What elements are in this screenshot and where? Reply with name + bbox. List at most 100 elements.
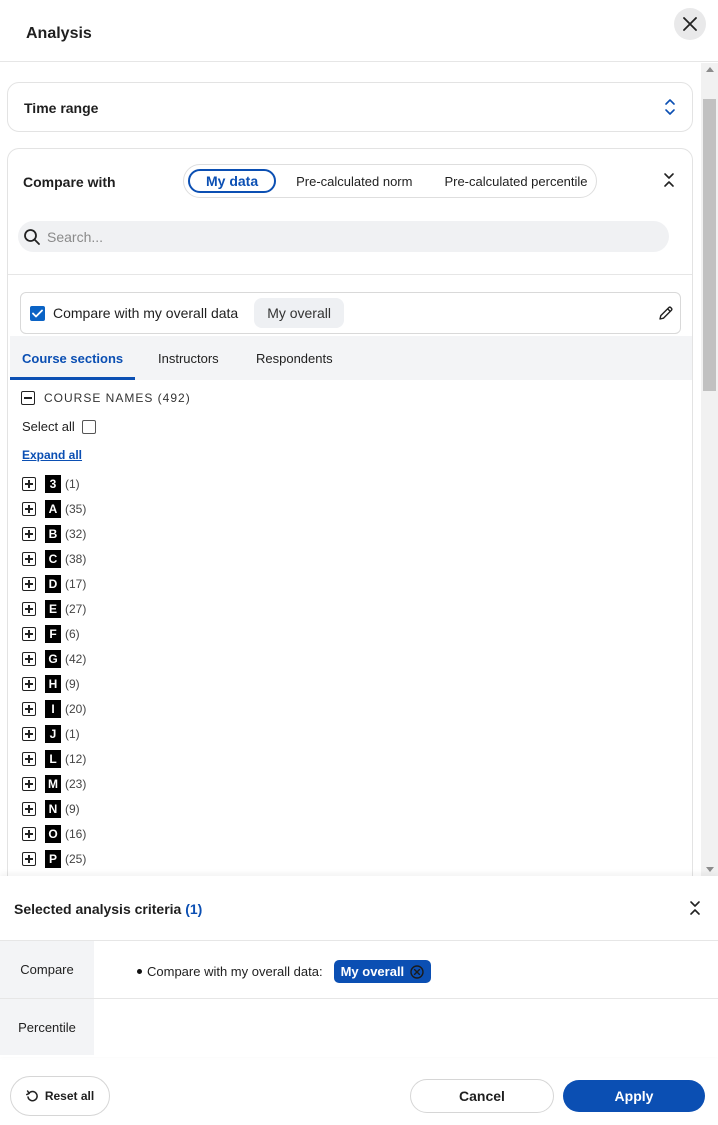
- expand-plus-icon[interactable]: [22, 827, 36, 841]
- scrollbar[interactable]: [701, 63, 718, 876]
- expand-toggle-icon[interactable]: [664, 96, 676, 118]
- expand-plus-icon[interactable]: [22, 627, 36, 641]
- expand-plus-icon[interactable]: [22, 802, 36, 816]
- letter-badge: C: [45, 550, 61, 568]
- time-range-label: Time range: [24, 100, 99, 116]
- scroll-down-icon[interactable]: [706, 867, 714, 872]
- expand-plus-icon[interactable]: [22, 677, 36, 691]
- segment-precalculated-norm[interactable]: Pre-calculated norm: [296, 174, 412, 189]
- remove-chip-icon[interactable]: [410, 964, 424, 979]
- letter-group-row[interactable]: C (38): [22, 550, 86, 568]
- expand-plus-icon[interactable]: [22, 777, 36, 791]
- compare-card: Compare with My data Pre-calculated norm…: [7, 148, 693, 876]
- apply-button[interactable]: Apply: [563, 1080, 705, 1112]
- close-icon: [683, 17, 697, 31]
- letter-group-row[interactable]: N (9): [22, 800, 80, 818]
- expand-all-link[interactable]: Expand all: [22, 448, 82, 462]
- letter-group-row[interactable]: G (42): [22, 650, 86, 668]
- letter-group-row[interactable]: 3 (1): [22, 475, 80, 493]
- letter-group-row[interactable]: M (23): [22, 775, 86, 793]
- criteria-title: Selected analysis criteria (1): [14, 901, 202, 917]
- letter-badge: B: [45, 525, 61, 543]
- expand-plus-icon[interactable]: [22, 727, 36, 741]
- criteria-key-compare: Compare: [0, 941, 94, 998]
- letter-badge: I: [45, 700, 61, 718]
- scrollbar-thumb[interactable]: [703, 99, 716, 391]
- compare-segmented-control: My data Pre-calculated norm Pre-calculat…: [183, 164, 597, 198]
- letter-badge: 3: [45, 475, 61, 493]
- expand-plus-icon[interactable]: [22, 702, 36, 716]
- expand-plus-icon[interactable]: [22, 477, 36, 491]
- cancel-button[interactable]: Cancel: [410, 1079, 554, 1113]
- letter-group-row[interactable]: D (17): [22, 575, 86, 593]
- pencil-icon[interactable]: [658, 305, 674, 321]
- letter-count: (1): [65, 727, 80, 741]
- scroll-up-icon[interactable]: [706, 67, 714, 72]
- letter-group-row[interactable]: H (9): [22, 675, 80, 693]
- letter-count: (42): [65, 652, 87, 666]
- letter-count: (12): [65, 752, 87, 766]
- segment-precalculated-percentile[interactable]: Pre-calculated percentile: [444, 174, 587, 189]
- criteria-collapse-icon[interactable]: [689, 899, 701, 917]
- overall-data-checkbox[interactable]: [30, 305, 45, 321]
- search-box: [18, 221, 669, 252]
- letter-badge: D: [45, 575, 61, 593]
- letter-badge: E: [45, 600, 61, 618]
- search-input[interactable]: [47, 228, 647, 245]
- bullet-icon: [137, 969, 142, 974]
- letter-count: (16): [65, 827, 87, 841]
- tab-course-sections[interactable]: Course sections: [10, 336, 136, 380]
- expand-plus-icon[interactable]: [22, 527, 36, 541]
- letter-count: (9): [65, 802, 80, 816]
- criteria-row-compare: Compare Compare with my overall data: My…: [0, 941, 718, 999]
- course-names-heading: COURSE NAMES (492): [44, 391, 191, 405]
- my-overall-chip: My overall: [333, 960, 432, 983]
- letter-group-row[interactable]: B (32): [22, 525, 86, 543]
- letter-group-row[interactable]: F (6): [22, 625, 80, 643]
- letter-group-row[interactable]: L (12): [22, 750, 86, 768]
- my-overall-chip-label: My overall: [340, 964, 405, 979]
- expand-plus-icon[interactable]: [22, 602, 36, 616]
- letter-count: (38): [65, 552, 87, 566]
- select-all-checkbox[interactable]: [81, 419, 96, 434]
- letter-group-row[interactable]: I (20): [22, 700, 86, 718]
- letter-count: (20): [65, 702, 87, 716]
- letter-badge: J: [45, 725, 61, 743]
- dialog-header: Analysis: [0, 0, 718, 62]
- criteria-title-text: Selected analysis criteria: [14, 901, 182, 917]
- letter-count: (23): [65, 777, 87, 791]
- letter-count: (27): [65, 602, 87, 616]
- criteria-count: (1): [185, 901, 203, 917]
- close-button[interactable]: [674, 8, 706, 40]
- expand-plus-icon[interactable]: [22, 852, 36, 866]
- tab-respondents[interactable]: Respondents: [256, 336, 333, 380]
- criteria-compare-text: Compare with my overall data:: [147, 964, 323, 979]
- reset-icon: [25, 1089, 38, 1101]
- selected-criteria-panel: Selected analysis criteria (1) Compare C…: [0, 876, 718, 1057]
- letter-badge: O: [45, 825, 61, 843]
- letter-group-row[interactable]: E (27): [22, 600, 86, 618]
- collapse-minus-icon[interactable]: [21, 391, 35, 405]
- tab-instructors[interactable]: Instructors: [158, 336, 219, 380]
- expand-plus-icon[interactable]: [22, 502, 36, 516]
- letter-badge: L: [45, 750, 61, 768]
- dialog-title: Analysis: [26, 25, 92, 42]
- time-range-card[interactable]: Time range: [7, 82, 693, 132]
- expand-plus-icon[interactable]: [22, 577, 36, 591]
- reset-all-button[interactable]: Reset all: [10, 1076, 110, 1116]
- letter-group-row[interactable]: J (1): [22, 725, 80, 743]
- compare-label: Compare with: [23, 174, 116, 190]
- letter-badge: A: [45, 500, 61, 518]
- segment-my-data[interactable]: My data: [188, 169, 277, 193]
- expand-plus-icon[interactable]: [22, 752, 36, 766]
- select-all-label: Select all: [22, 419, 75, 434]
- expand-plus-icon[interactable]: [22, 552, 36, 566]
- letter-group-row[interactable]: O (16): [22, 825, 86, 843]
- letter-count: (1): [65, 477, 80, 491]
- letter-group-row[interactable]: A (35): [22, 500, 86, 518]
- dialog-body: Time range Compare with My data Pre-calc…: [0, 63, 718, 876]
- letter-group-row[interactable]: P (25): [22, 850, 86, 868]
- collapse-icon[interactable]: [663, 171, 675, 189]
- select-all-row: Select all: [22, 419, 96, 434]
- expand-plus-icon[interactable]: [22, 652, 36, 666]
